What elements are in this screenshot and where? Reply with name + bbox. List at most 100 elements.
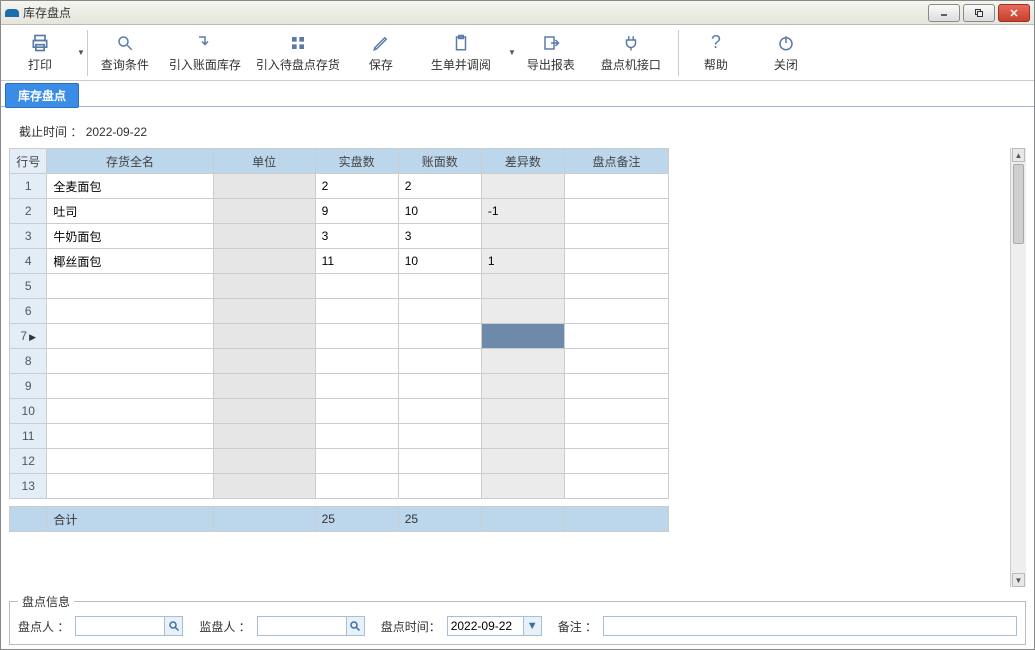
cell-book[interactable] bbox=[398, 324, 481, 349]
cell-unit[interactable] bbox=[213, 424, 315, 449]
vertical-scrollbar[interactable]: ▲ ▼ bbox=[1010, 148, 1026, 587]
cell-diff[interactable] bbox=[481, 224, 564, 249]
chevron-down-icon[interactable]: ▼ bbox=[523, 617, 541, 635]
cell-actual[interactable]: 3 bbox=[315, 224, 398, 249]
cell-diff[interactable] bbox=[481, 399, 564, 424]
generate-button[interactable]: 生单并调阅 bbox=[416, 28, 506, 78]
print-button[interactable]: 打印 bbox=[5, 28, 75, 78]
cell-actual[interactable] bbox=[315, 299, 398, 324]
cell-name[interactable] bbox=[47, 399, 213, 424]
cell-diff[interactable] bbox=[481, 449, 564, 474]
checker-input[interactable] bbox=[76, 617, 164, 635]
cell-actual[interactable]: 9 bbox=[315, 199, 398, 224]
cell-unit[interactable] bbox=[213, 249, 315, 274]
cell-remark[interactable] bbox=[564, 174, 668, 199]
cell-remark[interactable] bbox=[564, 374, 668, 399]
cell-remark[interactable] bbox=[564, 399, 668, 424]
cell-name[interactable] bbox=[47, 299, 213, 324]
cell-unit[interactable] bbox=[213, 199, 315, 224]
cell-unit[interactable] bbox=[213, 449, 315, 474]
scroll-down-icon[interactable]: ▼ bbox=[1012, 573, 1025, 587]
cell-unit[interactable] bbox=[213, 474, 315, 499]
cell-name[interactable]: 全麦面包 bbox=[47, 174, 213, 199]
col-remark[interactable]: 盘点备注 bbox=[564, 149, 668, 174]
cell-remark[interactable] bbox=[564, 424, 668, 449]
cell-remark[interactable] bbox=[564, 249, 668, 274]
cell-diff[interactable] bbox=[481, 424, 564, 449]
table-row[interactable]: 8 bbox=[10, 349, 669, 374]
cell-name[interactable]: 吐司 bbox=[47, 199, 213, 224]
chevron-down-icon[interactable]: ▼ bbox=[77, 48, 85, 57]
cell-book[interactable] bbox=[398, 449, 481, 474]
close-button[interactable] bbox=[998, 4, 1030, 22]
search-icon[interactable] bbox=[164, 617, 182, 635]
help-button[interactable]: ? 帮助 bbox=[681, 28, 751, 78]
cell-remark[interactable] bbox=[564, 474, 668, 499]
table-row[interactable]: 9 bbox=[10, 374, 669, 399]
cell-book[interactable]: 2 bbox=[398, 174, 481, 199]
supervisor-picker[interactable] bbox=[257, 616, 365, 636]
col-name[interactable]: 存货全名 bbox=[47, 149, 213, 174]
cell-diff[interactable] bbox=[481, 299, 564, 324]
cell-actual[interactable]: 11 bbox=[315, 249, 398, 274]
cell-name[interactable] bbox=[47, 474, 213, 499]
cell-book[interactable]: 10 bbox=[398, 199, 481, 224]
cell-name[interactable] bbox=[47, 274, 213, 299]
cell-book[interactable] bbox=[398, 474, 481, 499]
col-rowno[interactable]: 行号 bbox=[10, 149, 47, 174]
scroll-up-icon[interactable]: ▲ bbox=[1012, 148, 1025, 162]
cell-name[interactable] bbox=[47, 449, 213, 474]
cell-remark[interactable] bbox=[564, 349, 668, 374]
cell-diff[interactable] bbox=[481, 174, 564, 199]
cell-book[interactable]: 10 bbox=[398, 249, 481, 274]
col-book[interactable]: 账面数 bbox=[398, 149, 481, 174]
cell-unit[interactable] bbox=[213, 174, 315, 199]
cell-remark[interactable] bbox=[564, 324, 668, 349]
cell-name[interactable] bbox=[47, 349, 213, 374]
cell-book[interactable] bbox=[398, 399, 481, 424]
table-row[interactable]: 1全麦面包22 bbox=[10, 174, 669, 199]
col-diff[interactable]: 差异数 bbox=[481, 149, 564, 174]
check-time-picker[interactable]: ▼ bbox=[447, 616, 542, 636]
table-row[interactable]: 5 bbox=[10, 274, 669, 299]
table-row[interactable]: 12 bbox=[10, 449, 669, 474]
cell-name[interactable] bbox=[47, 424, 213, 449]
import-pending-button[interactable]: 引入待盘点存货 bbox=[250, 28, 346, 78]
cell-remark[interactable] bbox=[564, 449, 668, 474]
cell-book[interactable]: 3 bbox=[398, 224, 481, 249]
cell-unit[interactable] bbox=[213, 399, 315, 424]
cell-unit[interactable] bbox=[213, 374, 315, 399]
table-row[interactable]: 6 bbox=[10, 299, 669, 324]
cell-book[interactable] bbox=[398, 299, 481, 324]
cell-book[interactable] bbox=[398, 424, 481, 449]
table-row[interactable]: 13 bbox=[10, 474, 669, 499]
cell-actual[interactable] bbox=[315, 399, 398, 424]
cell-remark[interactable] bbox=[564, 274, 668, 299]
cell-book[interactable] bbox=[398, 374, 481, 399]
cell-diff[interactable] bbox=[481, 324, 564, 349]
cell-book[interactable] bbox=[398, 274, 481, 299]
cell-name[interactable]: 牛奶面包 bbox=[47, 224, 213, 249]
cell-actual[interactable] bbox=[315, 424, 398, 449]
cell-actual[interactable] bbox=[315, 474, 398, 499]
search-icon[interactable] bbox=[346, 617, 364, 635]
cell-name[interactable] bbox=[47, 324, 213, 349]
table-row[interactable]: 11 bbox=[10, 424, 669, 449]
checker-picker[interactable] bbox=[75, 616, 183, 636]
cell-unit[interactable] bbox=[213, 224, 315, 249]
maximize-button[interactable] bbox=[963, 4, 995, 22]
col-actual[interactable]: 实盘数 bbox=[315, 149, 398, 174]
cell-actual[interactable] bbox=[315, 274, 398, 299]
cell-name[interactable]: 椰丝面包 bbox=[47, 249, 213, 274]
machine-button[interactable]: 盘点机接口 bbox=[586, 28, 676, 78]
table-row[interactable]: 4椰丝面包11101 bbox=[10, 249, 669, 274]
cell-name[interactable] bbox=[47, 374, 213, 399]
cell-unit[interactable] bbox=[213, 324, 315, 349]
import-book-button[interactable]: 引入账面库存 bbox=[160, 28, 250, 78]
col-unit[interactable]: 单位 bbox=[213, 149, 315, 174]
cell-actual[interactable] bbox=[315, 449, 398, 474]
cell-actual[interactable]: 2 bbox=[315, 174, 398, 199]
cell-remark[interactable] bbox=[564, 299, 668, 324]
query-button[interactable]: 查询条件 bbox=[90, 28, 160, 78]
export-button[interactable]: 导出报表 bbox=[516, 28, 586, 78]
